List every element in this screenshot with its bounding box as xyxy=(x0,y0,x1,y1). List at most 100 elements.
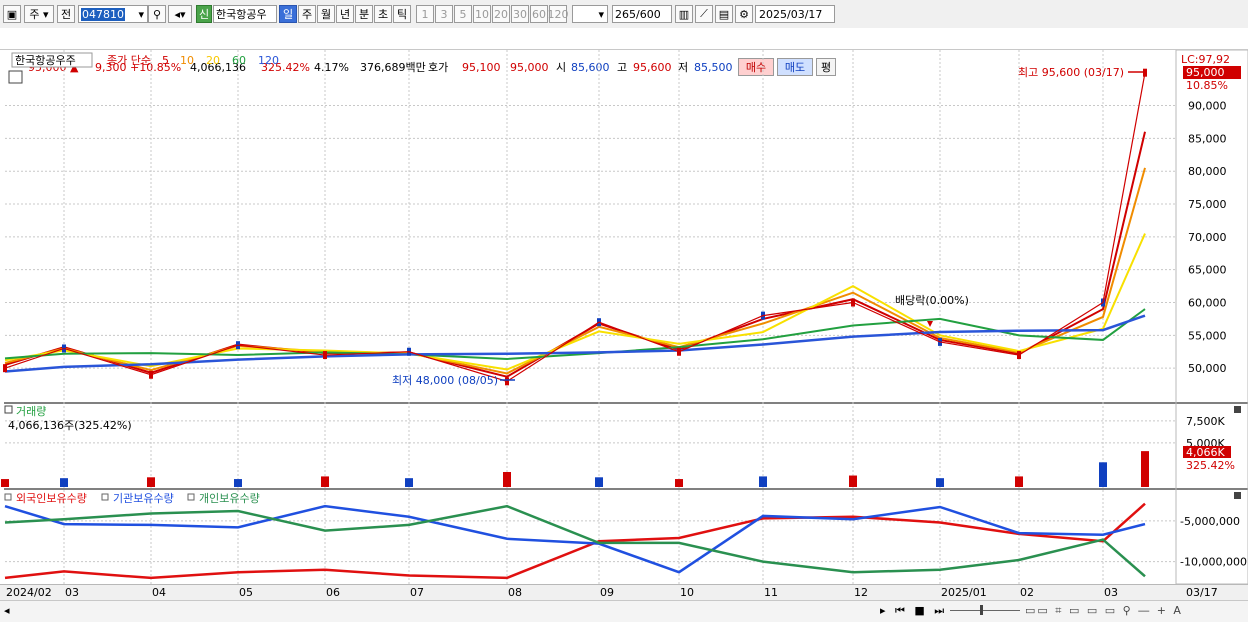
chart-tools-icon[interactable]: ▭▭ ⌗ ▭ ▭ ▭ ⚲ ― + A xyxy=(1025,604,1183,618)
volume-bar xyxy=(321,476,329,487)
y-tick-label: 85,000 xyxy=(1188,132,1227,145)
new-badge: 신 xyxy=(196,5,212,23)
count-blank[interactable]: ▾ xyxy=(572,5,608,23)
ma-period-20: 20 xyxy=(206,54,220,67)
ma-period-10: 10 xyxy=(180,54,194,67)
x-tick-label: 12 xyxy=(854,586,868,599)
code-value: 047810 xyxy=(81,7,125,21)
code-input[interactable]: 047810 ▾ xyxy=(78,5,148,23)
interval-tab-5[interactable]: 5 xyxy=(454,5,472,23)
vol-panel-icon xyxy=(4,405,13,414)
search-icon[interactable]: ⚲ xyxy=(148,5,166,23)
zoom-slider[interactable] xyxy=(950,603,1020,617)
high-annotation: 최고 95,600 (03/17) xyxy=(1018,66,1124,79)
ma-label: 종가 단순 xyxy=(107,54,151,67)
dividend-annotation: 배당락(0.00%) xyxy=(895,294,969,307)
holding-line-1 xyxy=(4,504,1146,574)
legend-item-1: 기관보유수량 xyxy=(113,492,174,505)
x-tick-label: 08 xyxy=(508,586,522,599)
market-select[interactable]: 주 ▾ xyxy=(24,5,54,23)
volume-bar xyxy=(1099,462,1107,487)
y-tick-label: 90,000 xyxy=(1188,100,1227,113)
x-tick-label: 10 xyxy=(680,586,694,599)
count-value: 265 xyxy=(615,7,636,21)
vol-current: 4,066,136주(325.42%) xyxy=(8,419,132,432)
save-icon[interactable]: ▤ xyxy=(715,5,733,23)
x-tick-label: 11 xyxy=(764,586,778,599)
period-tab-2[interactable]: 월 xyxy=(317,5,335,23)
interval-tab-10[interactable]: 10 xyxy=(473,5,491,23)
legend-item-2: 개인보유수량 xyxy=(199,492,260,505)
legend-swatch-1 xyxy=(101,493,109,501)
hold-close-icon xyxy=(1234,492,1241,499)
legend-swatch-0 xyxy=(4,493,12,501)
volume-bar xyxy=(1,479,9,487)
vol-last-pct: 325.42% xyxy=(1186,459,1235,472)
vol-close-icon xyxy=(1234,406,1241,413)
x-tick-label: 02 xyxy=(1020,586,1034,599)
playback-controls[interactable]: ▸ ⏮ ■ ⏭ xyxy=(880,604,947,618)
speaker-icon[interactable]: ◂▾ xyxy=(168,5,192,23)
interval-tab-120[interactable]: 120 xyxy=(548,5,569,23)
volume-bar xyxy=(503,472,511,487)
x-tick-label: 03 xyxy=(1104,586,1118,599)
legend-swatch-2 xyxy=(187,493,195,501)
interval-tab-60[interactable]: 60 xyxy=(530,5,548,23)
interval-tab-3[interactable]: 3 xyxy=(435,5,453,23)
chevron-down-icon[interactable]: ▾ xyxy=(138,8,147,21)
volume-bar xyxy=(849,475,857,487)
vol-last-tag: 4,066K xyxy=(1186,446,1225,459)
volume-panel: 7,500K5,000K거래량4,066,136주(325.42%)4,066K… xyxy=(1,405,1241,487)
interval-tab-1[interactable]: 1 xyxy=(416,5,434,23)
volume-bar xyxy=(405,478,413,487)
volume-bar xyxy=(60,478,68,487)
interval-tab-20[interactable]: 20 xyxy=(492,5,510,23)
period-tab-6[interactable]: 틱 xyxy=(393,5,411,23)
volume-bar xyxy=(147,477,155,487)
x-tick-label: 03 xyxy=(65,586,79,599)
prev-button[interactable]: 전 xyxy=(57,5,75,23)
count-total: /600 xyxy=(636,7,661,21)
window-menu-icon[interactable]: ▣ xyxy=(3,5,21,23)
period-tab-1[interactable]: 주 xyxy=(298,5,316,23)
lc-label: LC:97,92 xyxy=(1181,53,1230,66)
count-field[interactable]: 265/600 xyxy=(612,5,672,23)
last-change-tag: 10.85% xyxy=(1186,79,1228,92)
x-tick-label: 06 xyxy=(326,586,340,599)
y-tick-label: 55,000 xyxy=(1188,329,1227,342)
y-tick-label: 70,000 xyxy=(1188,231,1227,244)
interval-tab-30[interactable]: 30 xyxy=(511,5,529,23)
ma-period-5: 5 xyxy=(162,54,169,67)
volume-bar xyxy=(234,479,242,487)
stock-label: 한국항공우주 xyxy=(15,54,76,67)
y-tick-label: 80,000 xyxy=(1188,165,1227,178)
x-tick-label: 09 xyxy=(600,586,614,599)
volume-bar xyxy=(675,479,683,487)
candle-icon[interactable]: ▥ xyxy=(675,5,693,23)
y-tick-label: 50,000 xyxy=(1188,362,1227,375)
right-axis-bg xyxy=(1176,50,1248,584)
line-tool-icon[interactable]: ⟋ xyxy=(695,5,713,23)
holdings-panel: -5,000,000 -10,000,000 외국인보유수량 기관보유수량 개인보유수량 xyxy=(4,492,1247,580)
scrollbar[interactable]: ◂ ▸ ⏮ ■ ⏭ ▭▭ ⌗ ▭ ▭ ▭ ⚲ ― + A xyxy=(0,600,1248,622)
date-field[interactable]: 2025/03/17 xyxy=(755,5,835,23)
period-tab-4[interactable]: 분 xyxy=(355,5,373,23)
ma-line-60 xyxy=(4,308,1146,360)
period-tab-5[interactable]: 초 xyxy=(374,5,392,23)
x-tick-label: 04 xyxy=(152,586,166,599)
x-tick-label: 05 xyxy=(239,586,253,599)
x-tick-label: 2025/01 xyxy=(941,586,987,599)
gear-icon[interactable]: ⚙ xyxy=(735,5,753,23)
period-tab-0[interactable]: 일 xyxy=(279,5,297,23)
x-axis: 2024/02 03 04 05 06 07 08 09 10 11 12 2025/01 02 03 03… xyxy=(0,584,1248,601)
chart-area[interactable]: 90,000 85,000 80,000 75,000 70,000 65,000 60,0… xyxy=(0,50,1248,584)
price-panel: 90,000 85,000 80,000 75,000 70,000 65,000 60,0… xyxy=(3,52,1241,387)
ma-line-20 xyxy=(4,233,1146,371)
volume-bar xyxy=(1141,451,1149,487)
volume-bar xyxy=(936,478,944,487)
y-tick-label: 75,000 xyxy=(1188,198,1227,211)
period-tab-3[interactable]: 년 xyxy=(336,5,354,23)
vol-title: 거래량 xyxy=(16,405,46,418)
scroll-left-icon[interactable]: ◂ xyxy=(4,604,10,617)
x-end-label: 03/17 xyxy=(1186,586,1218,599)
